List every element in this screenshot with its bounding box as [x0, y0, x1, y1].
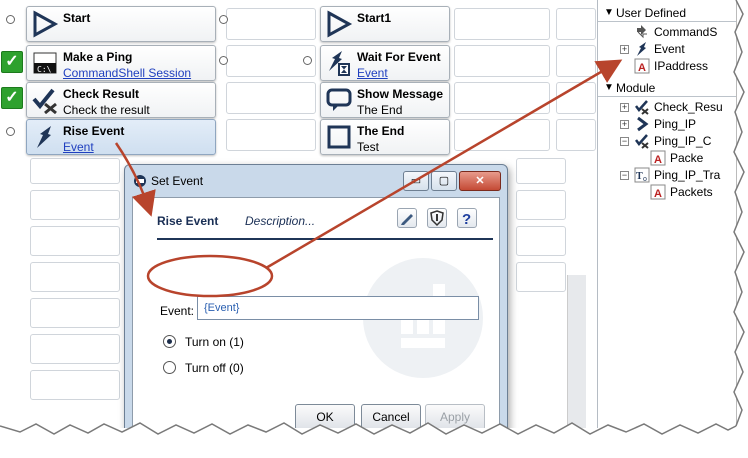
- annotation-arrow: [265, 59, 623, 270]
- annotation-overlay: [114, 59, 623, 298]
- app-window: ✓ ✓ Start C:\ Make a Ping CommandShell S…: [0, 0, 737, 428]
- annotation-circle: [146, 254, 274, 298]
- annotation-arrow: [114, 142, 156, 217]
